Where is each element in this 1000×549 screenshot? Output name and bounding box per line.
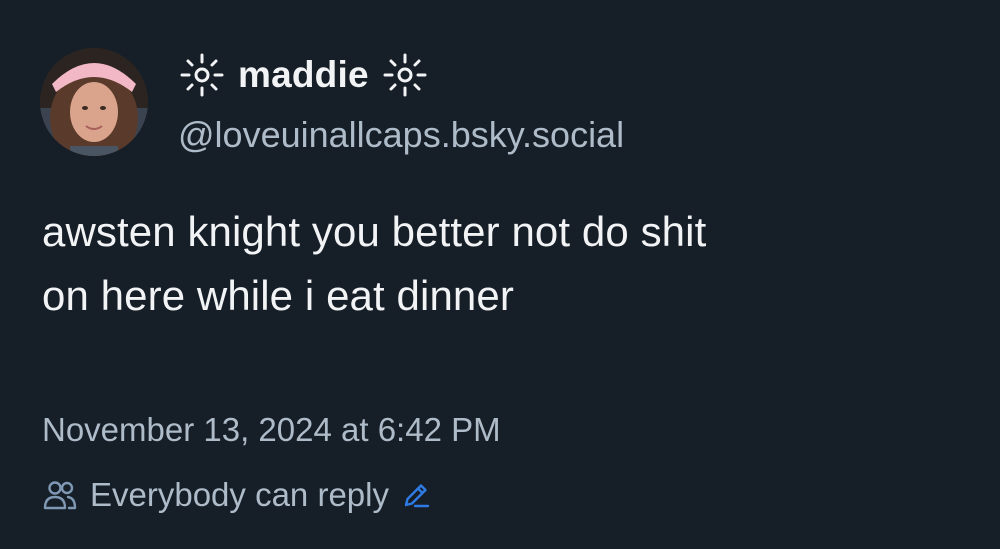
people-icon [43, 481, 77, 510]
post-text: awsten knight you better not do shit on … [42, 200, 972, 328]
avatar-image [40, 48, 148, 156]
post-timestamp[interactable]: November 13, 2024 at 6:42 PM [42, 405, 501, 455]
avatar[interactable] [40, 48, 148, 156]
reply-setting-label: Everybody can reply [90, 476, 389, 513]
post-text-line: awsten knight you better not do shit [42, 208, 707, 255]
post-text-line: on here while i eat dinner [42, 272, 514, 319]
author-handle[interactable]: @loveuinallcaps.bsky.social [178, 110, 624, 160]
display-name-text: maddie [238, 54, 369, 95]
display-name[interactable]: maddie [178, 50, 429, 100]
post-card: maddie @loveuinallcaps.bsky.social awste… [0, 0, 1000, 549]
reply-setting[interactable]: Everybody can reply [42, 470, 431, 520]
sparkle-icon [383, 53, 427, 97]
sparkle-icon [180, 53, 224, 97]
pencil-icon[interactable] [401, 480, 431, 510]
